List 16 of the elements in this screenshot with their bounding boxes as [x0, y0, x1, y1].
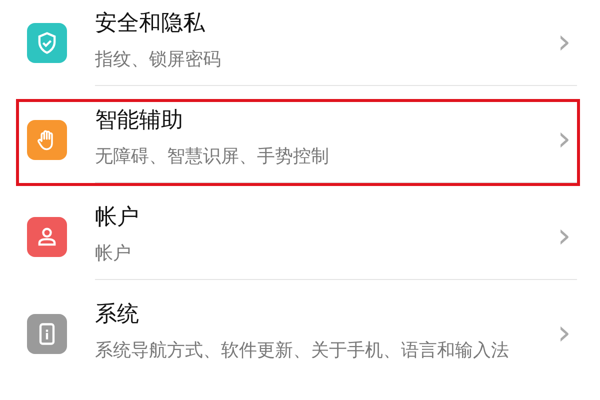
setting-description: 系统导航方式、软件更新、关于手机、语言和输入法 — [95, 339, 510, 363]
setting-title: 系统 — [95, 301, 140, 329]
setting-description: 帐户 — [95, 242, 132, 266]
setting-description: 无障碍、智慧识屏、手势控制 — [95, 145, 330, 169]
settings-row[interactable]: 安全和隐私 指纹、锁屏密码 › — [16, 2, 580, 89]
settings-row[interactable]: 帐户 帐户 › — [16, 196, 580, 283]
chevron-icon: › — [557, 25, 571, 59]
setting-description: 指纹、锁屏密码 — [95, 48, 222, 72]
setting-title: 智能辅助 — [95, 107, 184, 135]
settings-row[interactable]: 系统 系统导航方式、软件更新、关于手机、语言和输入法 › — [16, 293, 580, 379]
chevron-icon: › — [557, 316, 571, 350]
setting-title: 安全和隐私 — [95, 10, 206, 38]
setting-title: 帐户 — [95, 204, 140, 232]
chevron-icon: › — [557, 122, 571, 156]
chevron-icon: › — [557, 219, 571, 253]
settings-row[interactable]: 智能辅助 无障碍、智慧识屏、手势控制 › — [16, 99, 580, 186]
